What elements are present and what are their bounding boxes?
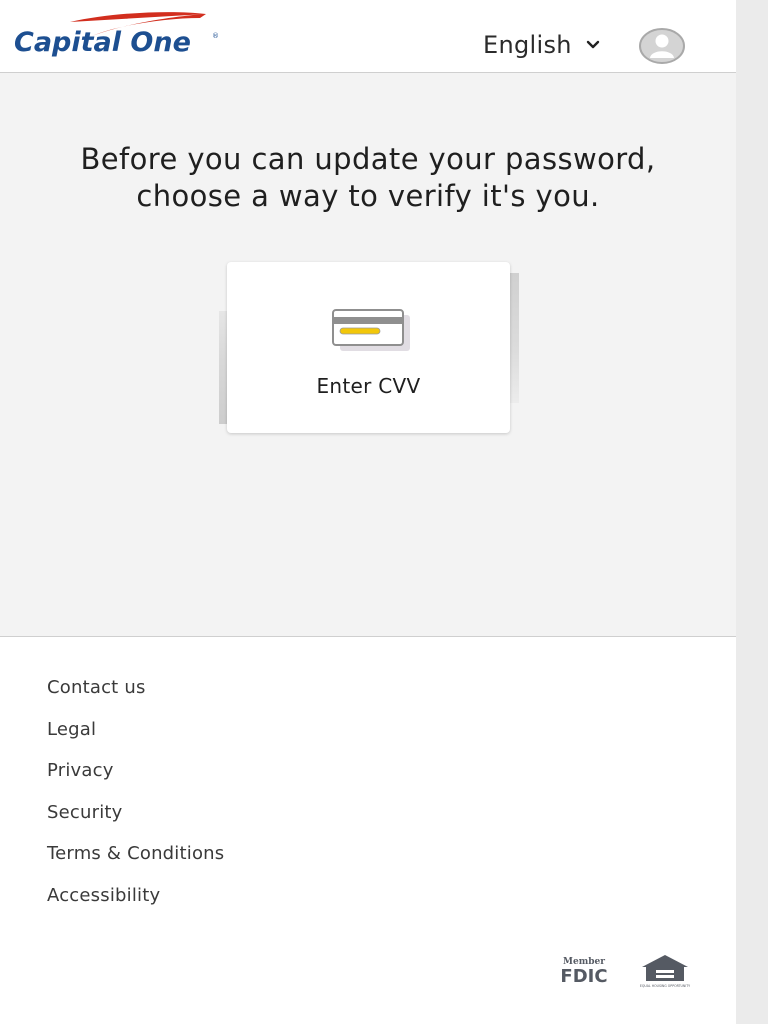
card-shadow-artifact xyxy=(509,273,519,403)
ehl-text: EQUAL HOUSING OPPORTUNITY xyxy=(640,984,690,988)
equal-housing-lender-icon: EQUAL HOUSING OPPORTUNITY xyxy=(640,955,690,988)
fdic-member-logo: Member FDIC xyxy=(560,957,607,985)
footer: Contact us Legal Privacy Security Terms … xyxy=(0,637,736,1024)
heading-line-2: choose a way to verify it's you. xyxy=(136,179,600,213)
logo-text: Capital One xyxy=(14,27,191,58)
heading-line-1: Before you can update your password, xyxy=(80,142,656,176)
capital-one-logo[interactable]: Capital One ® xyxy=(14,10,224,64)
footer-link-legal[interactable]: Legal xyxy=(47,719,224,761)
language-label: English xyxy=(483,31,572,59)
option-label: Enter CVV xyxy=(316,374,421,398)
footer-link-security[interactable]: Security xyxy=(47,802,224,844)
footer-links: Contact us Legal Privacy Security Terms … xyxy=(47,677,224,927)
user-avatar-icon[interactable] xyxy=(638,27,686,65)
chevron-down-icon xyxy=(586,40,599,49)
credit-card-icon xyxy=(332,309,410,351)
page-heading: Before you can update your password, cho… xyxy=(20,141,716,215)
svg-text:®: ® xyxy=(212,32,219,40)
header: Capital One ® English xyxy=(0,0,736,73)
footer-link-contact-us[interactable]: Contact us xyxy=(47,677,224,719)
fdic-text: FDIC xyxy=(560,966,607,985)
main-content: Before you can update your password, cho… xyxy=(0,73,736,637)
footer-link-accessibility[interactable]: Accessibility xyxy=(47,885,224,927)
footer-link-terms[interactable]: Terms & Conditions xyxy=(47,843,224,885)
enter-cvv-option-card[interactable]: Enter CVV xyxy=(227,262,510,433)
language-selector[interactable]: English xyxy=(483,30,600,60)
page: Capital One ® English Before you can upd… xyxy=(0,0,736,1024)
window-gutter xyxy=(736,0,768,1024)
footer-link-privacy[interactable]: Privacy xyxy=(47,760,224,802)
